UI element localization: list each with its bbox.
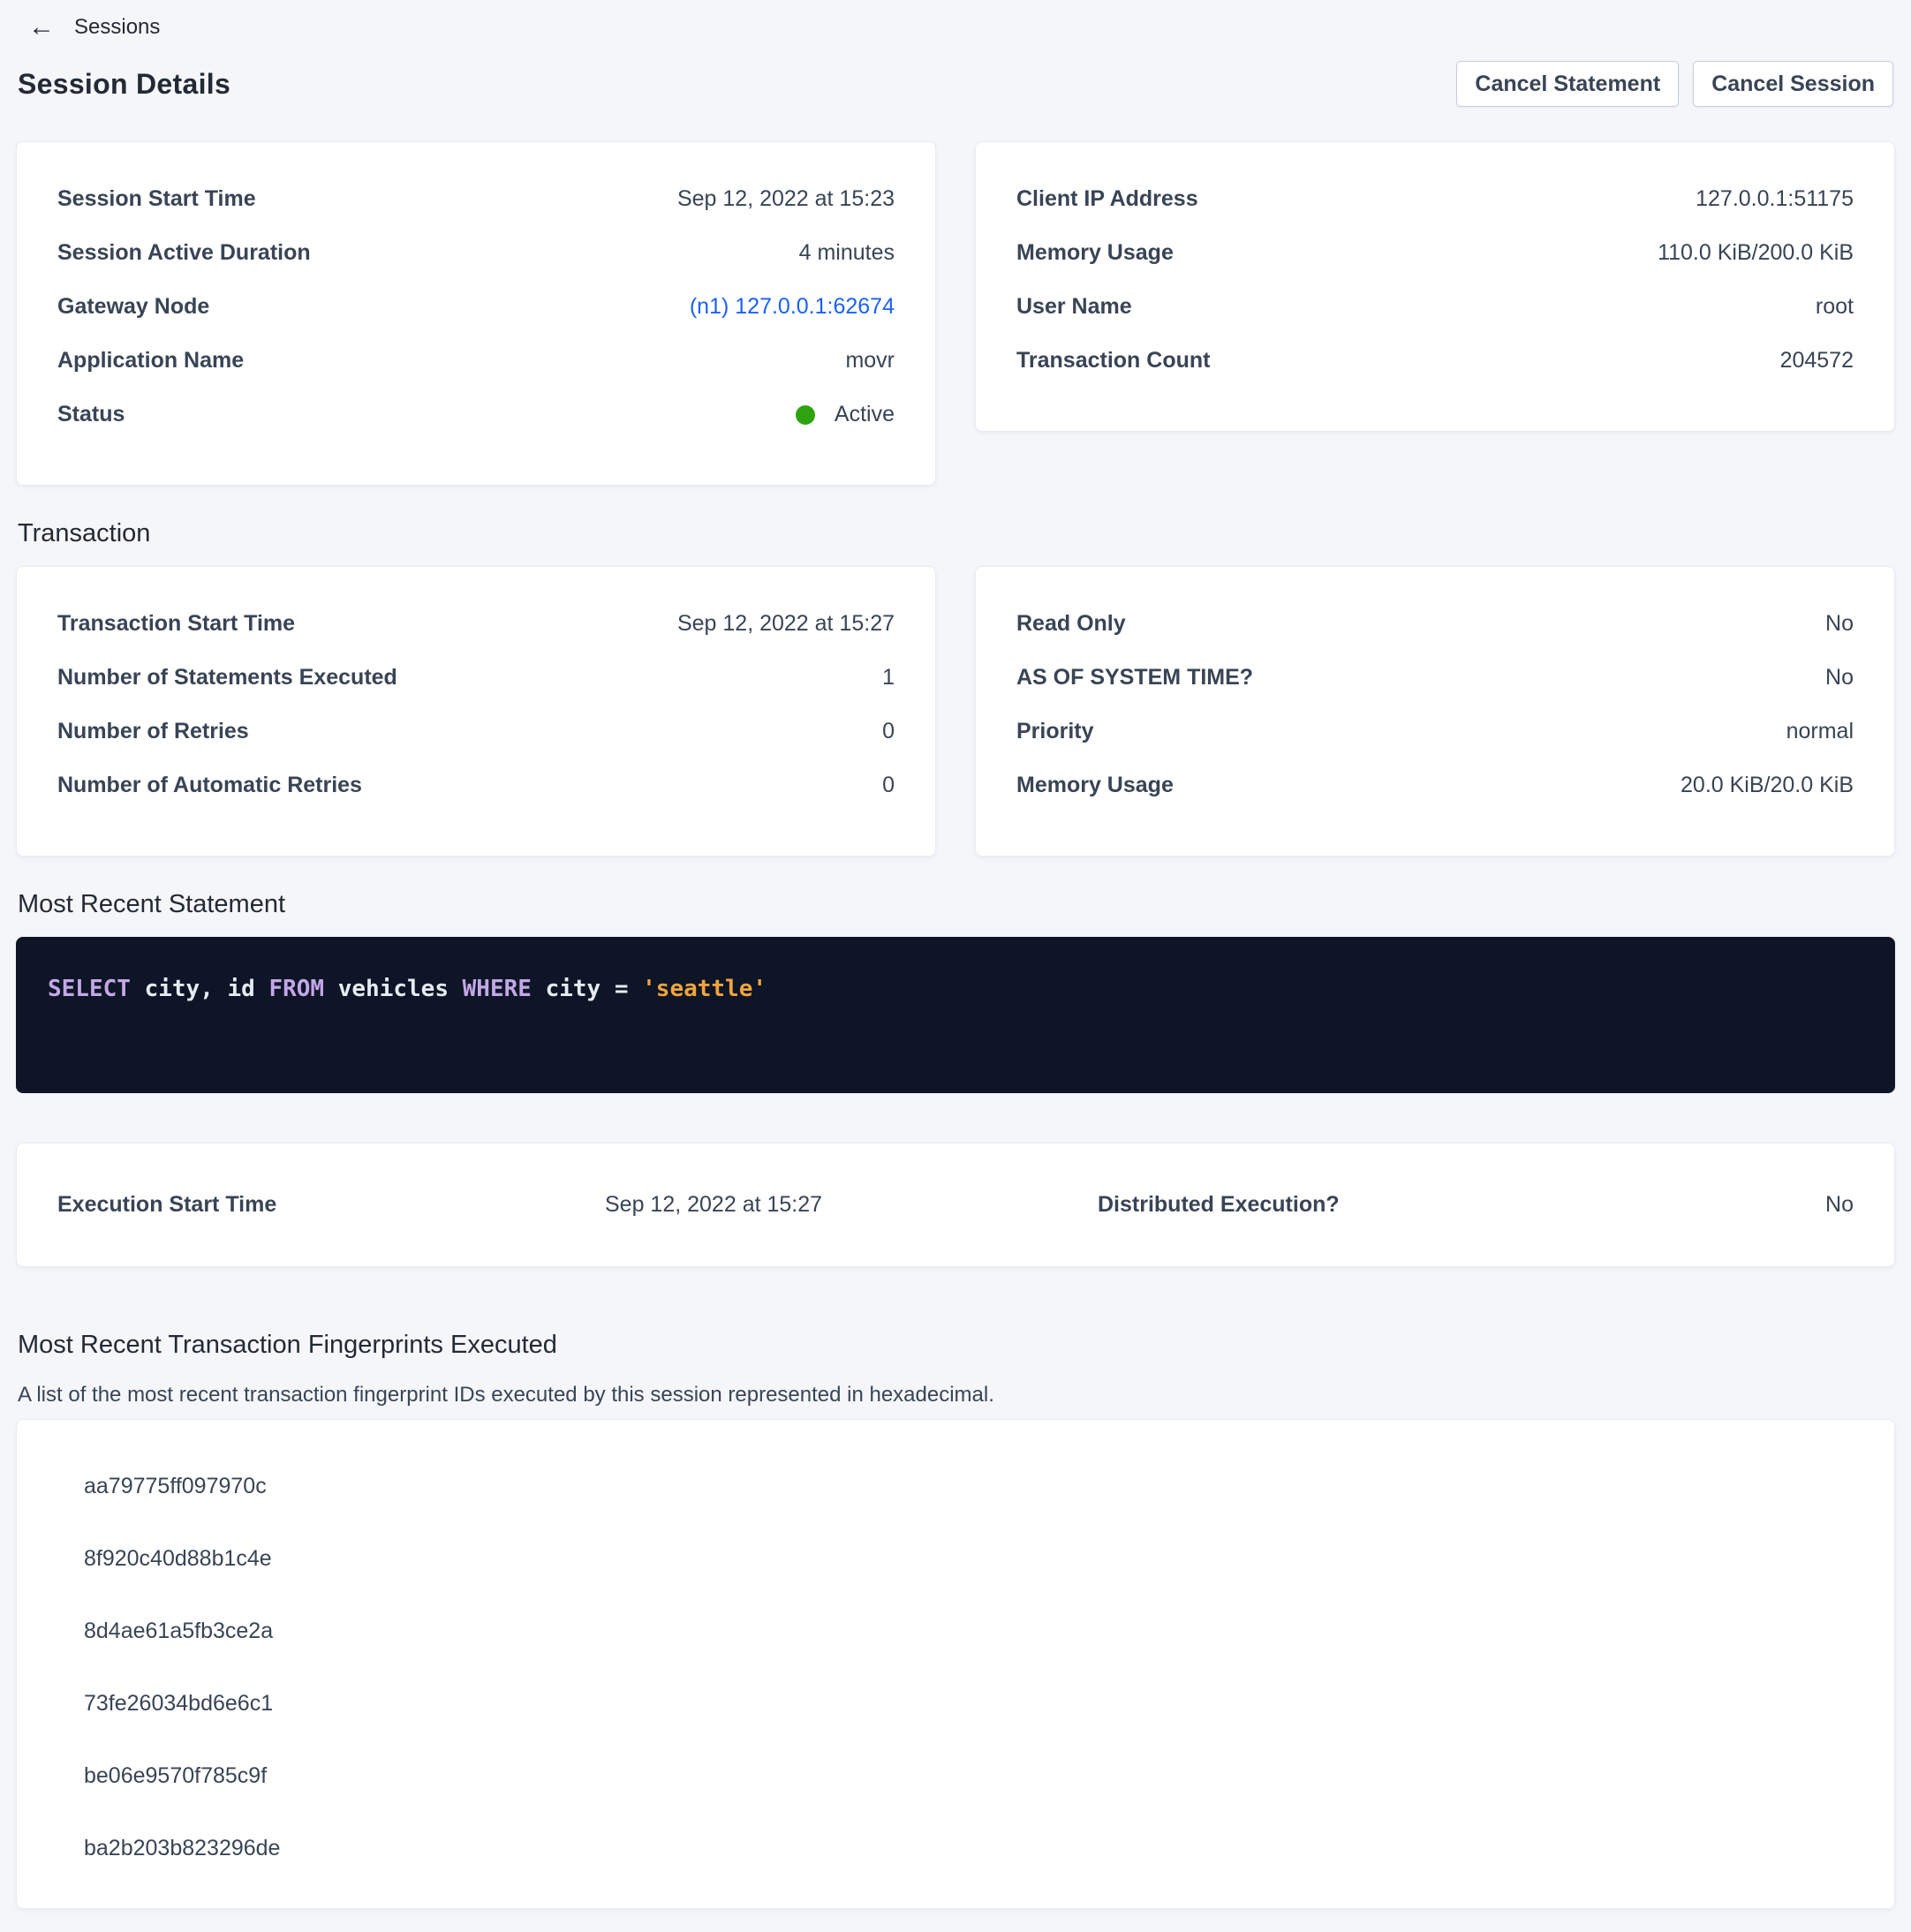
info-value: 127.0.0.1:51175 xyxy=(1696,186,1854,212)
info-value: No xyxy=(1825,611,1854,637)
info-value: normal xyxy=(1786,719,1854,744)
session-details-page: ← Sessions Session Details Cancel Statem… xyxy=(0,0,1911,1932)
transaction-settings-card: Read Only No AS OF SYSTEM TIME? No Prior… xyxy=(975,566,1895,857)
info-value: root xyxy=(1816,294,1854,320)
page-header: Session Details Cancel Statement Cancel … xyxy=(16,58,1895,109)
cancel-statement-button[interactable]: Cancel Statement xyxy=(1456,61,1679,107)
summary-cards-row: Session Start Time Sep 12, 2022 at 15:23… xyxy=(16,141,1895,486)
as-of-system-time-row: AS OF SYSTEM TIME? No xyxy=(1016,651,1854,705)
statements-executed-row: Number of Statements Executed 1 xyxy=(57,651,895,705)
distributed-execution-value: No xyxy=(1340,1192,1854,1218)
execution-start-time-label: Execution Start Time xyxy=(57,1192,605,1218)
info-value: Sep 12, 2022 at 15:23 xyxy=(677,186,895,212)
execution-card: Execution Start Time Sep 12, 2022 at 15:… xyxy=(16,1143,1895,1267)
info-label: Session Active Duration xyxy=(57,240,311,266)
header-actions: Cancel Statement Cancel Session xyxy=(1456,61,1893,107)
fingerprints-section-heading: Most Recent Transaction Fingerprints Exe… xyxy=(18,1332,1895,1358)
status-badge: Active xyxy=(796,402,895,427)
sql-string: 'seattle' xyxy=(642,976,767,1002)
info-label: Application Name xyxy=(57,348,244,374)
automatic-retries-row: Number of Automatic Retries 0 xyxy=(57,758,895,812)
transaction-cards-row: Transaction Start Time Sep 12, 2022 at 1… xyxy=(16,566,1895,857)
info-value: 0 xyxy=(882,773,895,798)
session-active-duration-row: Session Active Duration 4 minutes xyxy=(57,226,895,280)
info-label: Number of Statements Executed xyxy=(57,665,397,691)
back-to-sessions-link[interactable]: ← Sessions xyxy=(28,14,160,41)
info-value: 20.0 KiB/20.0 KiB xyxy=(1681,773,1854,798)
application-name-row: Application Name movr xyxy=(57,334,895,388)
client-ip-row: Client IP Address 127.0.0.1:51175 xyxy=(1016,172,1854,226)
gateway-node-link[interactable]: (n1) 127.0.0.1:62674 xyxy=(690,294,895,320)
info-value: Sep 12, 2022 at 15:27 xyxy=(677,611,895,637)
transaction-count-row: Transaction Count 204572 xyxy=(1016,334,1854,388)
transaction-start-time-row: Transaction Start Time Sep 12, 2022 at 1… xyxy=(57,597,895,651)
priority-row: Priority normal xyxy=(1016,705,1854,758)
execution-start-time-value: Sep 12, 2022 at 15:27 xyxy=(605,1192,1098,1218)
statement-section-heading: Most Recent Statement xyxy=(18,892,1895,917)
fingerprint-item: ba2b203b823296de xyxy=(84,1812,1854,1884)
info-label: Client IP Address xyxy=(1016,186,1198,212)
sql-keyword: SELECT xyxy=(48,976,145,1002)
info-label: AS OF SYSTEM TIME? xyxy=(1016,665,1253,691)
info-value: movr xyxy=(845,348,895,374)
info-label: User Name xyxy=(1016,294,1132,320)
info-label: Number of Automatic Retries xyxy=(57,773,362,798)
info-value: 110.0 KiB/200.0 KiB xyxy=(1658,240,1854,266)
fingerprint-item: aa79775ff097970c xyxy=(84,1450,1854,1522)
page-title: Session Details xyxy=(18,68,230,101)
fingerprint-item: 73fe26034bd6e6c1 xyxy=(84,1667,1854,1740)
memory-usage-row: Memory Usage 110.0 KiB/200.0 KiB xyxy=(1016,226,1854,280)
fingerprints-description: A list of the most recent transaction fi… xyxy=(18,1381,1895,1408)
transaction-details-card: Transaction Start Time Sep 12, 2022 at 1… xyxy=(16,566,936,857)
info-label: Transaction Start Time xyxy=(57,611,295,637)
info-label: Priority xyxy=(1016,719,1094,744)
retries-row: Number of Retries 0 xyxy=(57,705,895,758)
user-name-row: User Name root xyxy=(1016,280,1854,334)
breadcrumb: ← Sessions xyxy=(16,9,1895,41)
sql-text: city = xyxy=(546,976,643,1002)
distributed-execution-label: Distributed Execution? xyxy=(1098,1192,1340,1218)
transaction-memory-usage-row: Memory Usage 20.0 KiB/20.0 KiB xyxy=(1016,758,1854,812)
info-value: 1 xyxy=(882,665,895,691)
session-start-time-row: Session Start Time Sep 12, 2022 at 15:23 xyxy=(57,172,895,226)
sql-text: vehicles xyxy=(338,976,463,1002)
info-label: Transaction Count xyxy=(1016,348,1210,374)
status-active-dot-icon xyxy=(796,405,815,425)
info-value: No xyxy=(1825,665,1854,691)
read-only-row: Read Only No xyxy=(1016,597,1854,651)
info-value: 0 xyxy=(882,719,895,744)
cancel-session-button[interactable]: Cancel Session xyxy=(1693,61,1893,107)
fingerprints-card: aa79775ff097970c 8f920c40d88b1c4e 8d4ae6… xyxy=(16,1419,1895,1909)
transaction-section-heading: Transaction xyxy=(18,521,1895,547)
sql-statement: SELECT city, id FROM vehicles WHERE city… xyxy=(48,976,767,1002)
fingerprint-item: 8f920c40d88b1c4e xyxy=(84,1522,1854,1595)
fingerprint-item: 8d4ae61a5fb3ce2a xyxy=(84,1595,1854,1667)
info-label: Read Only xyxy=(1016,611,1126,637)
info-value: 204572 xyxy=(1780,348,1854,374)
status-text: Active xyxy=(835,402,895,427)
sql-keyword: FROM xyxy=(268,976,337,1002)
gateway-node-row: Gateway Node (n1) 127.0.0.1:62674 xyxy=(57,280,895,334)
info-label: Gateway Node xyxy=(57,294,209,320)
info-value: 4 minutes xyxy=(799,240,895,266)
info-label: Memory Usage xyxy=(1016,773,1174,798)
session-summary-card: Session Start Time Sep 12, 2022 at 15:23… xyxy=(16,141,936,486)
back-label: Sessions xyxy=(74,15,160,40)
sql-text: city, id xyxy=(145,976,269,1002)
info-label: Status xyxy=(57,402,125,427)
status-row: Status Active xyxy=(57,388,895,441)
back-arrow-icon: ← xyxy=(28,14,55,41)
info-label: Session Start Time xyxy=(57,186,256,212)
client-summary-card: Client IP Address 127.0.0.1:51175 Memory… xyxy=(975,141,1895,432)
fingerprint-item: be06e9570f785c9f xyxy=(84,1740,1854,1812)
info-label: Memory Usage xyxy=(1016,240,1174,266)
sql-keyword: WHERE xyxy=(463,976,546,1002)
sql-statement-block: SELECT city, id FROM vehicles WHERE city… xyxy=(16,937,1895,1093)
info-label: Number of Retries xyxy=(57,719,249,744)
